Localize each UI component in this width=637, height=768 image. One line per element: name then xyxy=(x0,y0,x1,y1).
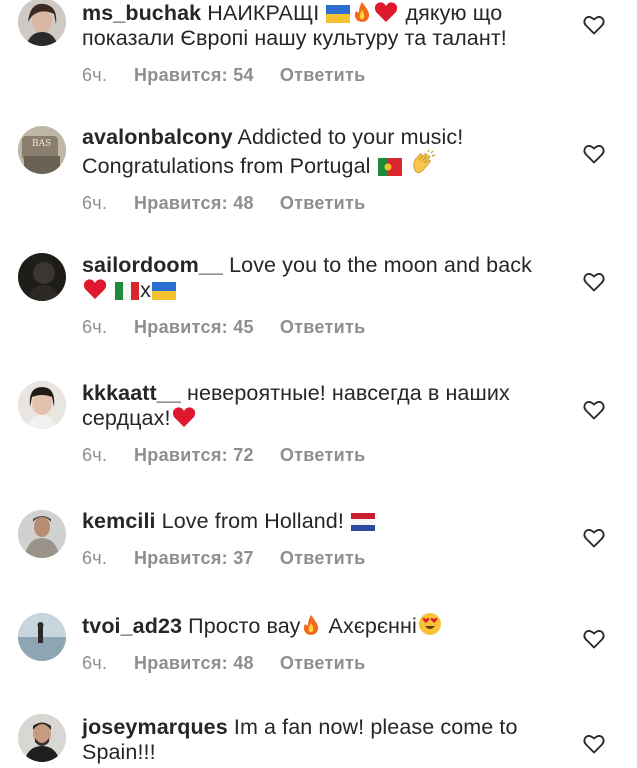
fire-emoji-icon xyxy=(301,614,321,636)
comment-meta: 6ч. Нравится: 48 Ответить xyxy=(82,653,552,674)
avatar[interactable]: BAS xyxy=(18,126,66,174)
avatar[interactable] xyxy=(18,714,66,762)
comment-meta: 6ч. Нравится: 48 Ответить xyxy=(82,193,552,214)
comment-username[interactable]: tvoi_ad23 xyxy=(82,614,182,638)
ukraine-flag-icon xyxy=(151,282,176,300)
comment-text: tvoi_ad23 Просто вау Ахєрєнні xyxy=(82,612,552,639)
comment-time: 6ч. xyxy=(82,548,108,568)
comment-likes[interactable]: Нравится: 72 xyxy=(134,445,254,466)
comment-text: avalonbalcony Addicted to your music! Co… xyxy=(82,125,464,178)
avatar[interactable] xyxy=(18,510,66,558)
reply-button[interactable]: Ответить xyxy=(280,548,366,569)
avatar[interactable] xyxy=(18,0,66,46)
heart-outline-icon[interactable] xyxy=(583,15,605,35)
heart-outline-icon[interactable] xyxy=(583,400,605,420)
comment-meta: 6ч. Нравится: 54 Ответить xyxy=(82,65,552,86)
avatar[interactable] xyxy=(18,381,66,429)
comment-time: 6ч. xyxy=(82,193,108,213)
avatar[interactable] xyxy=(18,613,66,661)
avatar[interactable] xyxy=(18,253,66,301)
reply-button[interactable]: Ответить xyxy=(280,317,366,338)
comment-meta: 6ч. Нравится: 37 Ответить xyxy=(82,548,552,569)
comment-text: ms_buchak НАИКРАЩІ дякую що показали Євр… xyxy=(82,1,507,50)
comment-time: 6ч. xyxy=(82,445,108,465)
comment-meta: 6ч. Нравится: 72 Ответить xyxy=(82,445,552,466)
heart-eyes-emoji-icon xyxy=(418,612,442,636)
comment-text: kemcili Love from Holland! xyxy=(82,509,552,534)
comment-likes[interactable]: Нравится: 48 xyxy=(134,193,254,214)
heart-outline-icon[interactable] xyxy=(583,734,605,754)
netherlands-flag-icon xyxy=(351,513,376,531)
comment-text: sailordoom__ Love you to the moon and ba… xyxy=(82,253,532,302)
heart-outline-icon[interactable] xyxy=(583,629,605,649)
fire-emoji-icon xyxy=(352,1,372,23)
comment-username[interactable]: ms_buchak xyxy=(82,1,201,25)
red-heart-emoji-icon xyxy=(374,1,398,23)
reply-button[interactable]: Ответить xyxy=(280,445,366,466)
heart-outline-icon[interactable] xyxy=(583,528,605,548)
comment-time: 6ч. xyxy=(82,317,108,337)
comment-username[interactable]: joseymarques xyxy=(82,715,228,739)
comment-username[interactable]: avalonbalcony xyxy=(82,125,233,149)
comment-likes[interactable]: Нравится: 54 xyxy=(134,65,254,86)
portugal-flag-icon xyxy=(377,158,402,176)
reply-button[interactable]: Ответить xyxy=(280,193,366,214)
svg-text:BAS: BAS xyxy=(32,139,51,149)
comment-username[interactable]: kkkaatt__ xyxy=(82,381,181,405)
comment-username[interactable]: kemcili xyxy=(82,509,156,533)
reply-button[interactable]: Ответить xyxy=(280,65,366,86)
comment-likes[interactable]: Нравится: 48 xyxy=(134,653,254,674)
comments-list: ms_buchak НАИКРАЩІ дякую що показали Євр… xyxy=(0,0,637,768)
comment-likes[interactable]: Нравится: 45 xyxy=(134,317,254,338)
red-heart-emoji-icon xyxy=(83,278,107,300)
heart-outline-icon[interactable] xyxy=(583,144,605,164)
reply-button[interactable]: Ответить xyxy=(280,653,366,674)
heart-outline-icon[interactable] xyxy=(583,272,605,292)
comment-text: joseymarques Im a fan now! please come t… xyxy=(82,715,518,764)
comment-text: kkkaatt__ невероятные! навсегда в наших … xyxy=(82,381,510,430)
red-heart-emoji-icon xyxy=(172,406,196,428)
comment-time: 6ч. xyxy=(82,653,108,673)
comment-likes[interactable]: Нравится: 37 xyxy=(134,548,254,569)
comment-meta: 6ч. Нравится: 45 Ответить xyxy=(82,317,552,338)
comment-time: 6ч. xyxy=(82,65,108,85)
clapping-hands-emoji-icon xyxy=(410,150,436,176)
comment-username[interactable]: sailordoom__ xyxy=(82,253,223,277)
ukraine-flag-icon xyxy=(326,5,351,23)
italy-flag-icon xyxy=(115,282,140,300)
